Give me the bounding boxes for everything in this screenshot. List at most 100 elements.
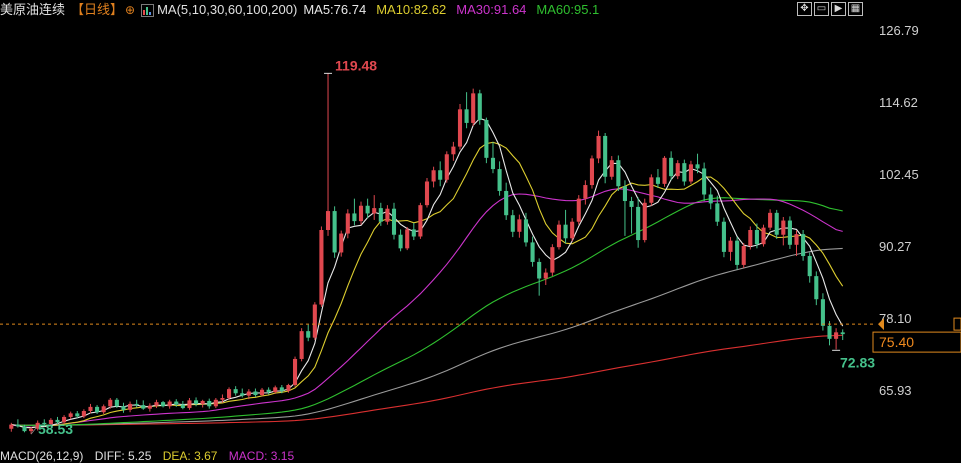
candle-body bbox=[471, 93, 476, 123]
candle-body bbox=[543, 272, 548, 279]
period-label[interactable]: 【日线】 bbox=[71, 1, 123, 19]
candle-body bbox=[378, 208, 383, 222]
candle bbox=[702, 162, 707, 202]
candle bbox=[88, 403, 93, 414]
crosshair-settings-icon[interactable]: ⊕ bbox=[125, 1, 135, 19]
candle-body bbox=[405, 229, 410, 249]
candle-body bbox=[154, 402, 159, 406]
candle bbox=[570, 218, 575, 242]
candle-body bbox=[649, 177, 654, 203]
candle bbox=[840, 329, 845, 341]
candle bbox=[490, 141, 496, 174]
candle-body bbox=[576, 198, 581, 222]
candle bbox=[424, 177, 430, 208]
candle-body bbox=[781, 220, 786, 235]
chart-config-icon[interactable] bbox=[141, 3, 155, 17]
candle-body bbox=[398, 234, 403, 249]
candle-body bbox=[108, 399, 113, 407]
candle bbox=[563, 209, 568, 244]
candle bbox=[259, 387, 265, 397]
candle bbox=[616, 155, 621, 191]
candle bbox=[312, 302, 317, 341]
candle bbox=[576, 195, 581, 225]
candle-body bbox=[220, 398, 225, 400]
candle bbox=[154, 399, 159, 409]
candle-body bbox=[352, 213, 357, 222]
y-tick-label: 114.62 bbox=[879, 95, 918, 110]
layout-icon[interactable]: ▦ bbox=[848, 2, 863, 16]
candle bbox=[827, 321, 832, 346]
candle-body bbox=[721, 221, 726, 252]
candle bbox=[180, 400, 185, 410]
candle-body bbox=[147, 405, 152, 409]
candle bbox=[200, 399, 205, 408]
candle-body bbox=[358, 205, 364, 222]
candle bbox=[774, 209, 779, 239]
candle bbox=[589, 155, 595, 189]
candle bbox=[358, 201, 364, 225]
candle-body bbox=[741, 245, 746, 265]
candle-body bbox=[550, 247, 555, 273]
candle bbox=[820, 293, 825, 331]
candle-body bbox=[9, 424, 14, 429]
y-tick-label: 126.79 bbox=[879, 23, 919, 38]
candle bbox=[814, 271, 819, 306]
candle bbox=[596, 130, 601, 164]
candle bbox=[319, 226, 324, 307]
candle bbox=[345, 209, 350, 239]
candle-body bbox=[207, 400, 212, 407]
candle-body bbox=[312, 304, 317, 338]
candle-body bbox=[385, 208, 390, 222]
candle bbox=[735, 237, 740, 270]
candle bbox=[385, 205, 390, 225]
candle bbox=[325, 73, 331, 236]
candle bbox=[9, 422, 14, 432]
candle bbox=[556, 220, 562, 250]
candle-body bbox=[114, 399, 119, 407]
candle-body bbox=[748, 230, 753, 246]
candle bbox=[682, 159, 687, 186]
ma-params[interactable]: MA(5,10,30,60,100,200) bbox=[157, 1, 297, 19]
candle bbox=[728, 237, 733, 261]
candle-body bbox=[510, 215, 515, 232]
candle-body bbox=[655, 177, 660, 184]
candle-body bbox=[134, 403, 139, 406]
candle-body bbox=[583, 185, 588, 199]
candle bbox=[655, 169, 660, 188]
candle bbox=[781, 216, 786, 246]
candle bbox=[834, 328, 839, 350]
play-icon[interactable]: ▶ bbox=[831, 2, 846, 16]
candle bbox=[537, 258, 542, 296]
candle-body bbox=[814, 276, 819, 300]
candle-body bbox=[603, 135, 608, 177]
candle-body bbox=[306, 331, 311, 338]
candle-body bbox=[517, 219, 522, 232]
candle bbox=[253, 388, 258, 397]
candle-body bbox=[266, 389, 271, 393]
candle-body bbox=[537, 261, 542, 279]
candle-body bbox=[504, 190, 509, 216]
candle-body bbox=[141, 405, 146, 409]
candle bbox=[642, 198, 647, 243]
candle bbox=[339, 230, 344, 257]
candle-body bbox=[167, 401, 172, 407]
candle bbox=[365, 198, 370, 219]
candle-body bbox=[735, 240, 740, 265]
macd-dea: DEA: 3.67 bbox=[162, 449, 218, 463]
candle-body bbox=[22, 426, 27, 432]
candle-body bbox=[570, 221, 575, 239]
candle-body bbox=[227, 389, 232, 398]
candle-body bbox=[253, 391, 258, 396]
candle bbox=[233, 386, 238, 396]
candle bbox=[167, 399, 172, 409]
candle-body bbox=[523, 219, 529, 243]
candle-body bbox=[563, 224, 568, 239]
candle bbox=[398, 229, 403, 252]
window-icon[interactable]: ▭ bbox=[814, 2, 829, 16]
candle bbox=[636, 197, 641, 248]
move-icon[interactable]: ✥ bbox=[797, 2, 812, 16]
candle bbox=[477, 89, 482, 125]
candle bbox=[669, 151, 674, 181]
candle-body bbox=[464, 109, 469, 123]
candle bbox=[794, 230, 799, 257]
